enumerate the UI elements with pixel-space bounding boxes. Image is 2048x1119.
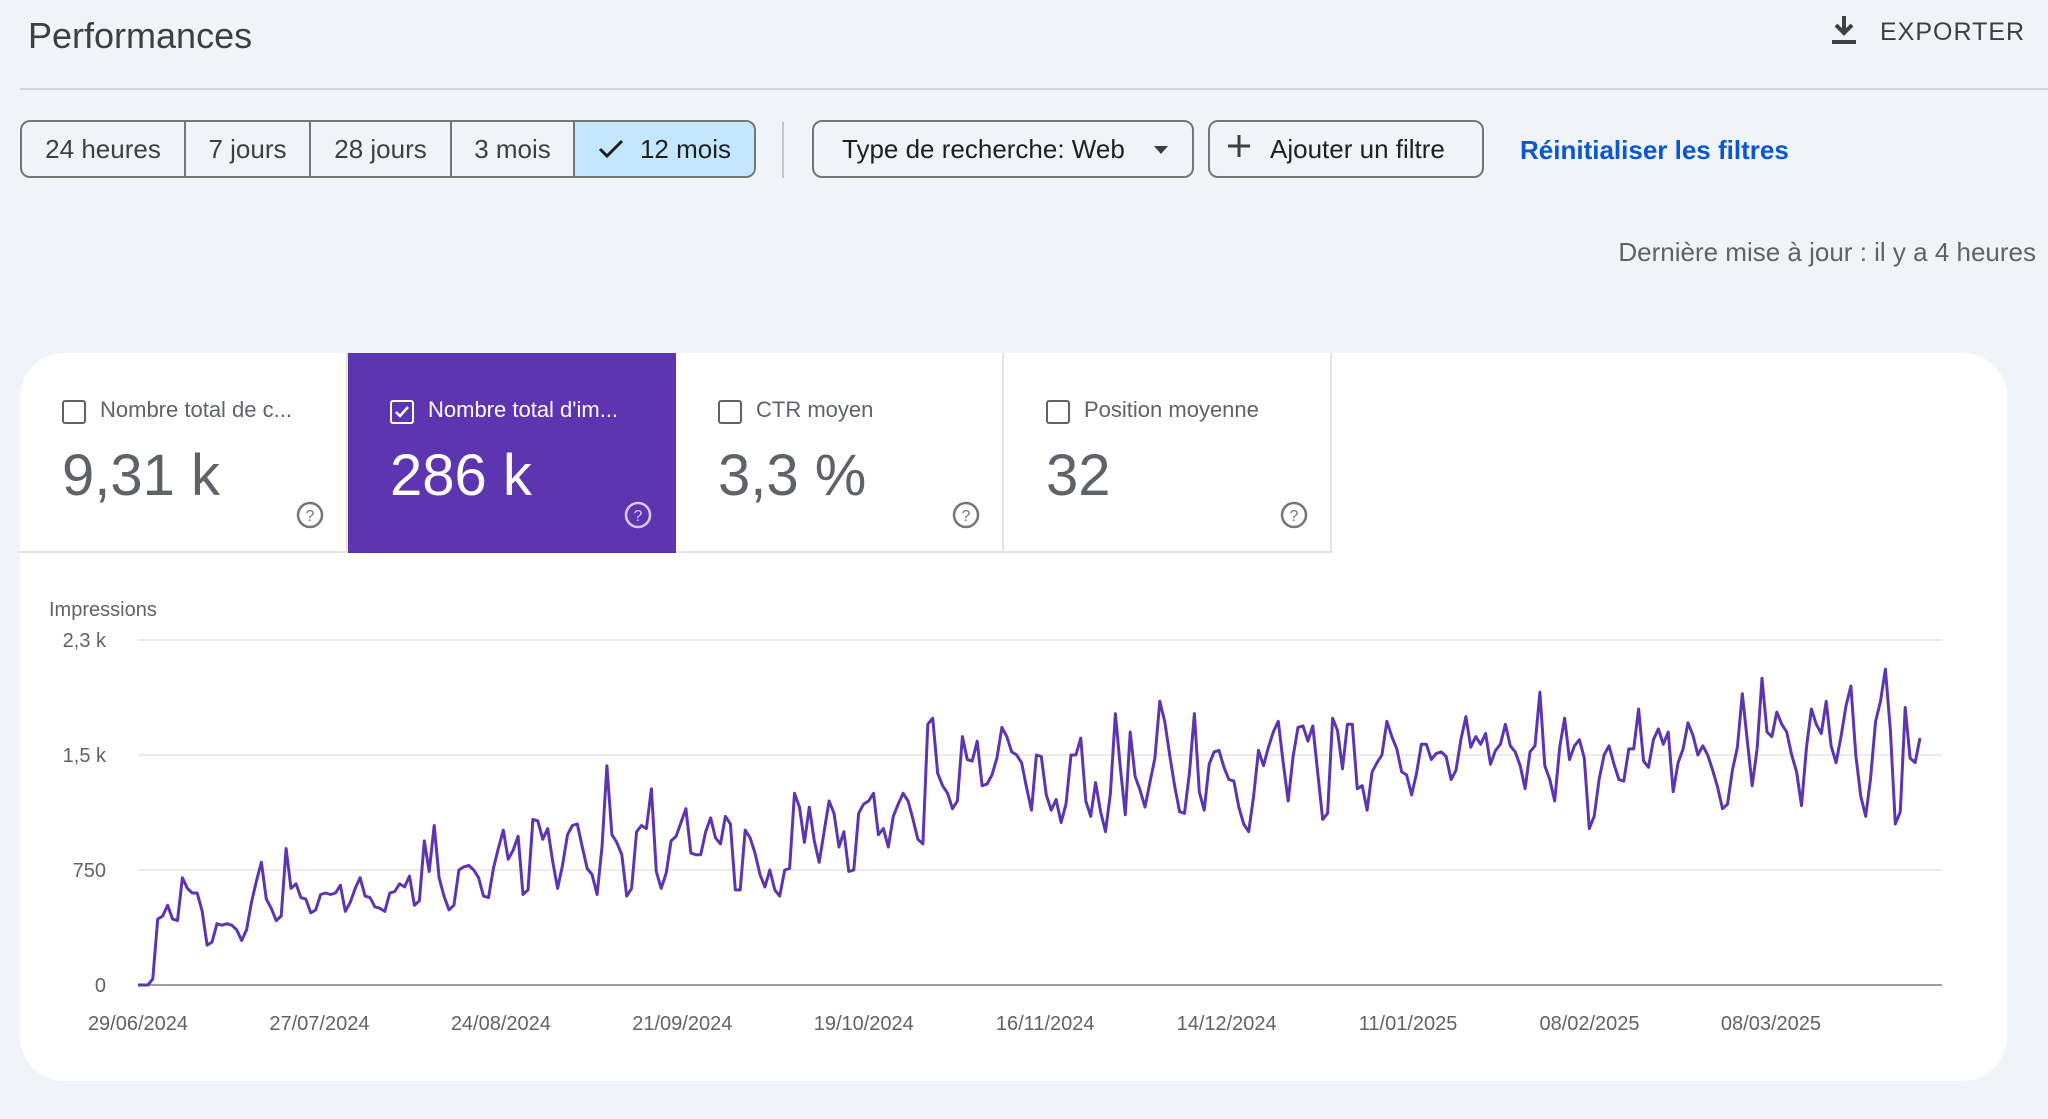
add-filter-button[interactable]: Ajouter un filtre xyxy=(1208,120,1484,178)
date-range-28d[interactable]: 28 jours xyxy=(311,122,452,176)
reset-filters-link[interactable]: Réinitialiser les filtres xyxy=(1520,132,1789,168)
y-axis-title: Impressions xyxy=(49,599,157,621)
filter-divider xyxy=(782,122,784,178)
caret-down-icon xyxy=(1154,146,1168,154)
plus-icon xyxy=(1226,133,1252,166)
date-range-label: 3 mois xyxy=(474,133,551,164)
date-range-3m[interactable]: 3 mois xyxy=(452,122,575,176)
date-range-7d[interactable]: 7 jours xyxy=(186,122,311,176)
x-tick-label: 16/11/2024 xyxy=(996,1013,1095,1035)
x-tick-label: 08/03/2025 xyxy=(1721,1013,1821,1035)
y-tick-label: 0 xyxy=(95,975,106,997)
search-type-dropdown[interactable]: Type de recherche: Web xyxy=(812,120,1194,178)
export-label: EXPORTER xyxy=(1880,17,2026,46)
export-button[interactable]: EXPORTER xyxy=(1830,10,2025,54)
x-tick-label: 14/12/2024 xyxy=(1177,1013,1277,1035)
search-type-label: Type de recherche: Web xyxy=(842,133,1125,164)
y-tick-label: 750 xyxy=(73,860,106,882)
x-tick-label: 27/07/2024 xyxy=(269,1013,369,1035)
date-range-label: 12 mois xyxy=(639,133,732,164)
date-range-label: 28 jours xyxy=(334,133,427,164)
impressions-chart[interactable]: Impressions 0 750 1,5 k 2,3 k 29/06/2024 27/0… xyxy=(20,353,2007,1081)
date-range-12m[interactable]: 12 mois xyxy=(575,122,754,176)
x-tick-label: 08/02/2025 xyxy=(1539,1013,1639,1035)
date-range-label: 7 jours xyxy=(208,133,287,164)
date-range-24h[interactable]: 24 heures xyxy=(22,122,186,176)
check-icon xyxy=(598,139,624,159)
x-tick-label: 11/01/2025 xyxy=(1359,1013,1458,1035)
x-tick-label: 24/08/2024 xyxy=(451,1013,551,1035)
y-tick-label: 1,5 k xyxy=(63,745,107,767)
page-title: Performances xyxy=(28,15,253,56)
y-tick-label: 2,3 k xyxy=(63,630,107,652)
date-range-selector: 24 heures 7 jours 28 jours 3 mois 12 moi… xyxy=(20,120,756,178)
date-range-label: 24 heures xyxy=(45,133,161,164)
last-update-text: Dernière mise à jour : il y a 4 heures xyxy=(1618,237,2036,267)
x-tick-label: 21/09/2024 xyxy=(632,1013,732,1035)
performance-card: Nombre total de c... 9,31 k ? Nombre tot… xyxy=(20,353,2007,1081)
impressions-series-line xyxy=(138,667,1922,987)
add-filter-label: Ajouter un filtre xyxy=(1270,133,1445,164)
header-divider xyxy=(20,88,2048,90)
x-tick-label: 19/10/2024 xyxy=(814,1013,914,1035)
x-tick-label: 29/06/2024 xyxy=(88,1013,188,1035)
download-icon xyxy=(1830,14,1858,51)
